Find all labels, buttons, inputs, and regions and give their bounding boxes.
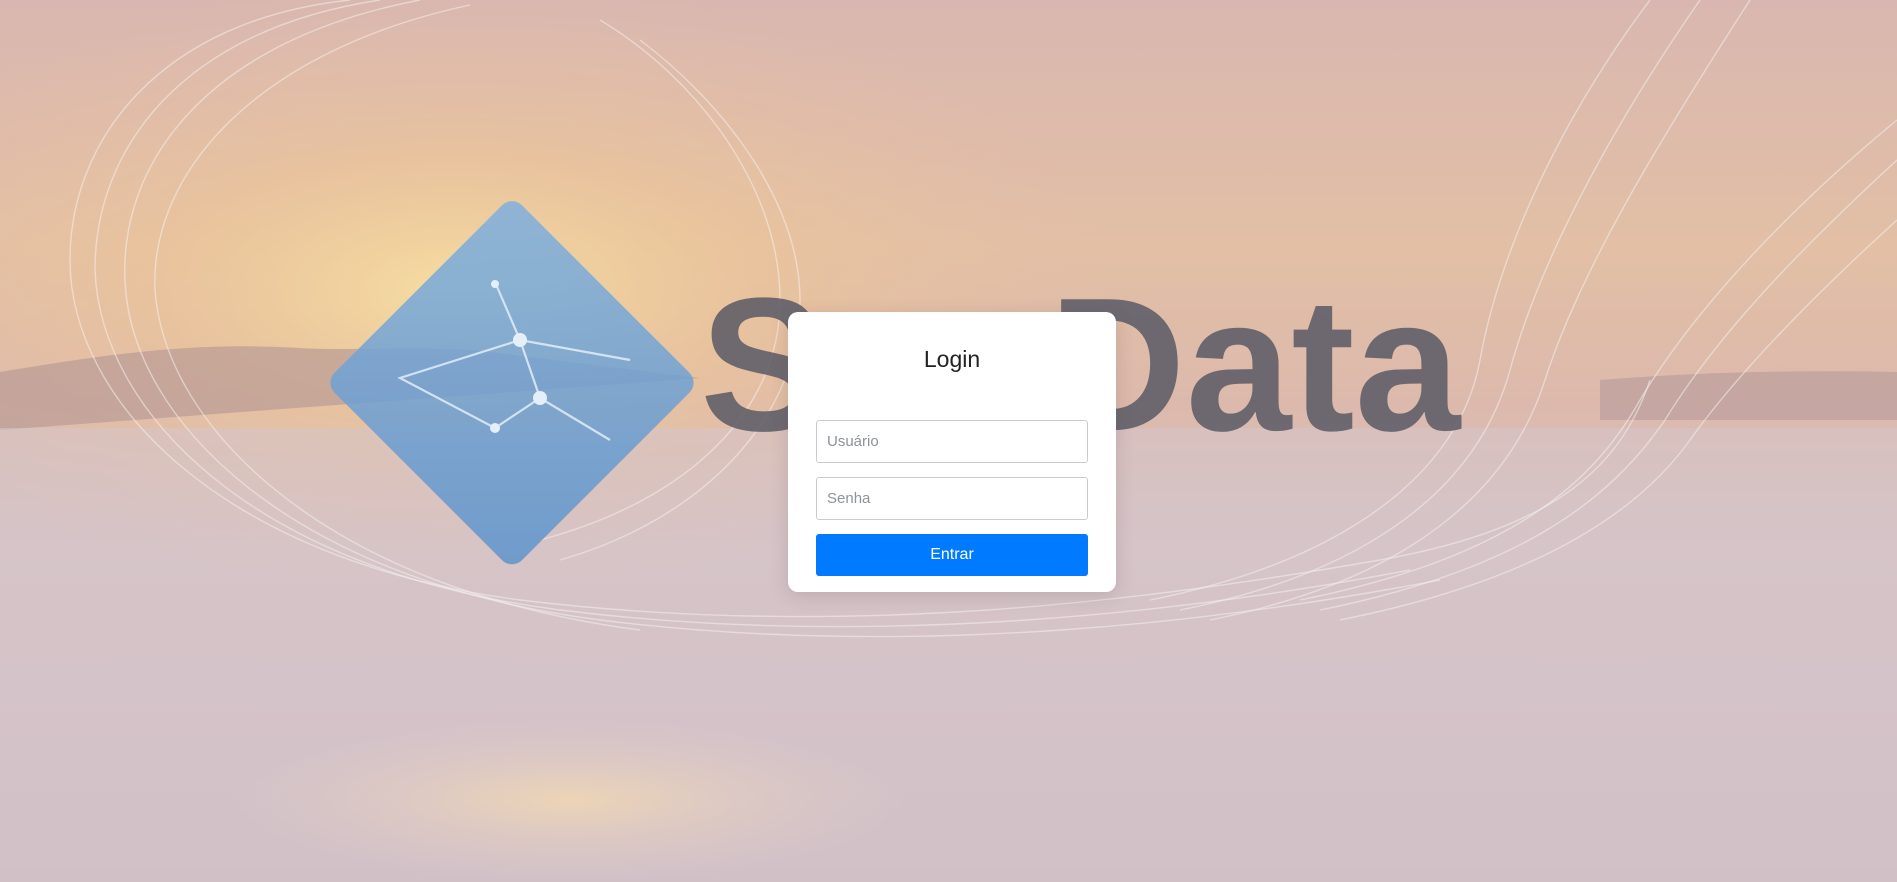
login-card: Login Entrar: [788, 312, 1116, 592]
username-input[interactable]: [816, 420, 1088, 463]
password-input[interactable]: [816, 477, 1088, 520]
login-submit-button[interactable]: Entrar: [816, 534, 1088, 576]
login-title: Login: [923, 346, 981, 372]
login-page: SusData Login Entrar: [0, 0, 1897, 882]
